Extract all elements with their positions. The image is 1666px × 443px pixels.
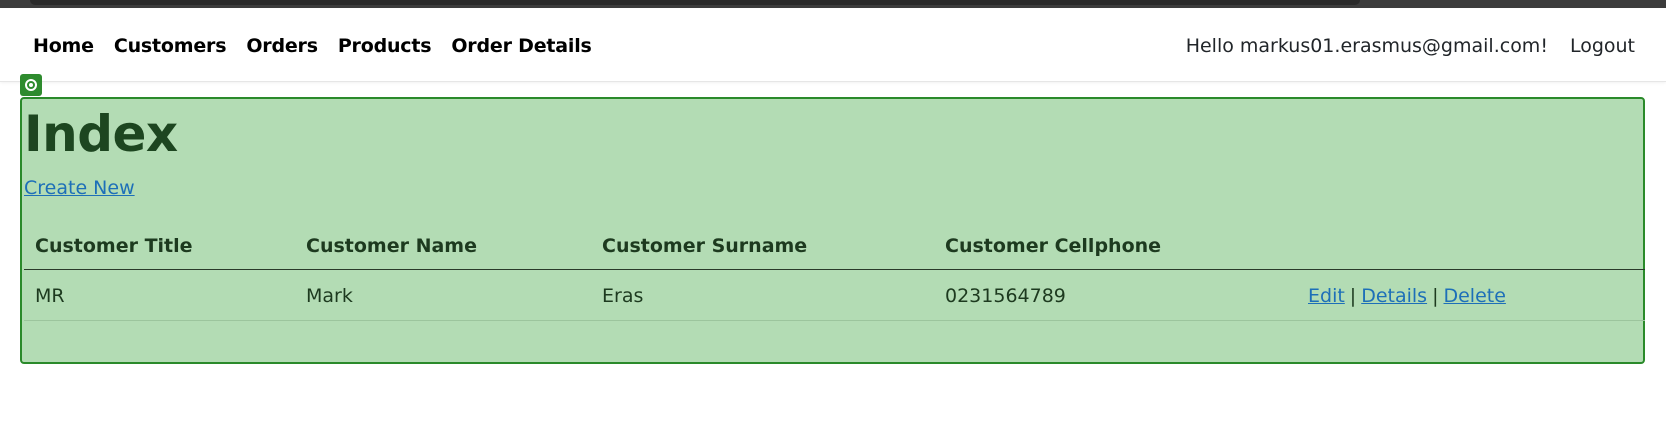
nav-link-order-details[interactable]: Order Details — [451, 35, 591, 57]
main-content-highlight: Index Create New Customer Title Customer… — [20, 97, 1645, 364]
action-separator: | — [1432, 285, 1439, 307]
browser-tab-edge — [30, 0, 1360, 5]
logout-button[interactable]: Logout — [1570, 35, 1635, 57]
action-separator: | — [1349, 285, 1357, 307]
edit-link[interactable]: Edit — [1308, 285, 1345, 307]
header-customer-title: Customer Title — [35, 235, 193, 257]
cell-customer-surname: Eras — [602, 285, 644, 307]
cell-customer-cellphone: 0231564789 — [945, 285, 1066, 307]
row-actions: Edit | Details | Delete — [1308, 285, 1506, 307]
create-new-link[interactable]: Create New — [24, 177, 135, 199]
nav-links: Home Customers Orders Products Order Det… — [33, 35, 612, 57]
header-customer-name: Customer Name — [306, 235, 477, 257]
delete-link[interactable]: Delete — [1443, 285, 1505, 307]
nav-user-area: Hello markus01.erasmus@gmail.com! Logout — [1186, 35, 1635, 57]
header-customer-cellphone: Customer Cellphone — [945, 235, 1162, 257]
cell-customer-name: Mark — [306, 285, 353, 307]
user-greeting-link[interactable]: Hello markus01.erasmus@gmail.com! — [1186, 35, 1548, 57]
cell-customer-title: MR — [35, 285, 65, 307]
nav-link-orders[interactable]: Orders — [246, 35, 318, 57]
nav-link-products[interactable]: Products — [338, 35, 432, 57]
details-link[interactable]: Details — [1361, 285, 1427, 307]
page-title: Index — [24, 105, 178, 163]
table-row: MR Mark Eras 0231564789 Edit | Details | Del… — [24, 270, 1645, 321]
nav-link-customers[interactable]: Customers — [114, 35, 227, 57]
target-icon — [20, 74, 42, 96]
customers-table: Customer Title Customer Name Customer Su… — [24, 221, 1645, 321]
nav-link-home[interactable]: Home — [33, 35, 94, 57]
header-customer-surname: Customer Surname — [602, 235, 808, 257]
target-dot — [29, 83, 33, 87]
navbar: Home Customers Orders Products Order Det… — [0, 9, 1666, 82]
target-ring — [25, 79, 37, 91]
table-header-row: Customer Title Customer Name Customer Su… — [24, 221, 1645, 270]
browser-top-strip — [0, 0, 1666, 9]
